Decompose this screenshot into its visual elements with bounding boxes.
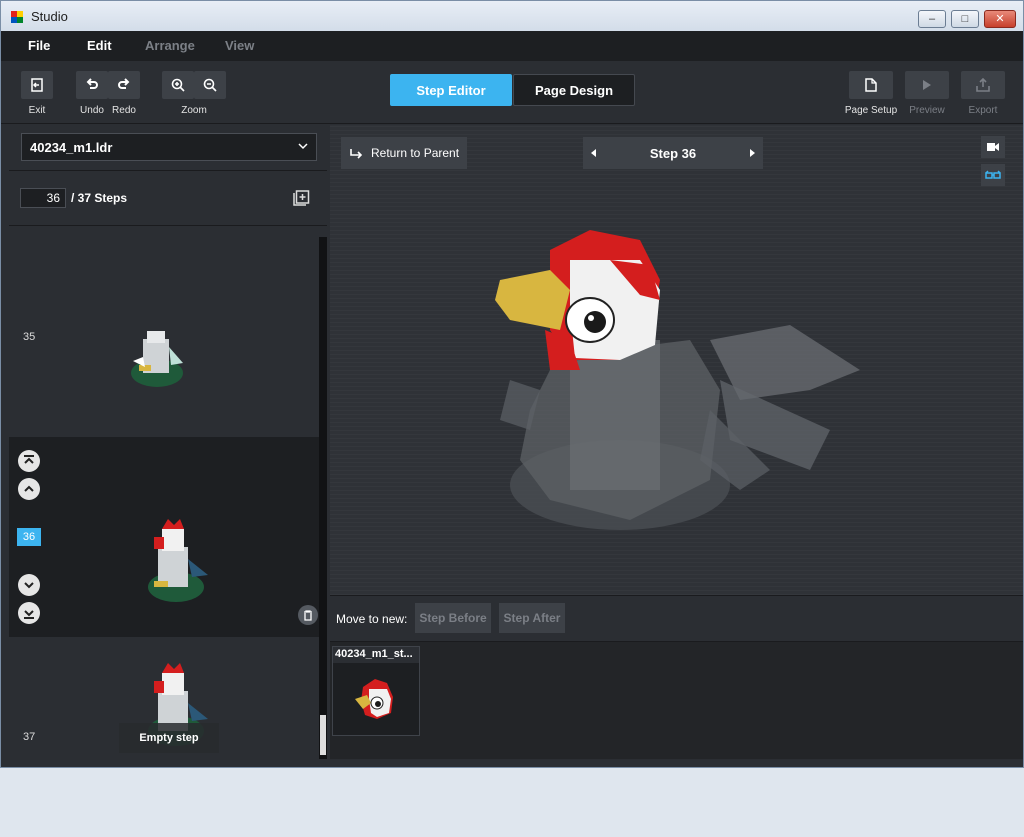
step-number: 35 [23, 331, 36, 343]
window-title: Studio [31, 9, 68, 24]
exit-button[interactable] [21, 71, 53, 99]
step-card-36[interactable]: 36 [9, 437, 319, 637]
return-icon [350, 149, 363, 159]
page-thumbnail-preview [333, 663, 419, 735]
page-thumbnail-title: 40234_m1_st... [335, 648, 413, 660]
step-before-button[interactable]: Step Before [415, 603, 491, 633]
previous-step-arrow-icon[interactable] [589, 148, 597, 158]
preview-label: Preview [909, 105, 945, 116]
page-setup-button[interactable] [849, 71, 893, 99]
title-bar: Studio – □ ✕ [1, 1, 1023, 31]
export-button[interactable] [961, 71, 1005, 99]
tab-page-design[interactable]: Page Design [513, 74, 635, 106]
step-panel: 40234_m1.ldr 36 / 37 Steps 35 36 37 Empt… [9, 125, 327, 759]
previous-step-button[interactable] [18, 478, 40, 500]
next-step-arrow-icon[interactable] [749, 148, 757, 158]
return-label: Return to Parent [371, 146, 460, 160]
first-step-button[interactable] [18, 450, 40, 472]
step-list: 35 36 37 Empty step [9, 237, 319, 759]
chevron-down-icon [298, 143, 308, 150]
chevron-up-icon [24, 485, 34, 492]
step-navigator: Step 36 [583, 137, 763, 169]
toolbar: Exit Undo Redo Zoom Step Editor Page Des… [1, 61, 1023, 124]
exit-icon [31, 78, 43, 92]
chevron-down-icon [24, 582, 34, 589]
menu-file[interactable]: File [28, 38, 50, 53]
export-label: Export [968, 105, 998, 116]
move-to-new-bar: Move to new: Step Before Step After [330, 595, 1023, 641]
studio-logo-icon [11, 11, 23, 23]
export-icon [976, 78, 990, 92]
model-file-dropdown[interactable]: 40234_m1.ldr [21, 133, 317, 161]
page-setup-label: Page Setup [844, 105, 898, 116]
undo-icon [86, 78, 98, 89]
menu-bar: File Edit Arrange View [1, 31, 1023, 61]
camera-button[interactable] [981, 136, 1005, 158]
menu-arrange[interactable]: Arrange [145, 38, 195, 53]
minimize-button[interactable]: – [918, 10, 946, 28]
page-thumbnail[interactable]: 40234_m1_st... [332, 646, 420, 736]
step-thumbnail [148, 519, 208, 602]
next-step-button[interactable] [18, 574, 40, 596]
divider [9, 225, 327, 226]
chevrons-up-icon [24, 455, 34, 464]
add-step-icon[interactable] [291, 188, 311, 208]
scrollbar-thumb[interactable] [320, 715, 326, 755]
model-file-name: 40234_m1.ldr [30, 140, 113, 155]
tab-step-editor[interactable]: Step Editor [390, 74, 512, 106]
undo-button[interactable] [76, 71, 108, 99]
zoom-in-icon [171, 78, 185, 92]
step-number-badge: 36 [17, 528, 41, 546]
play-icon [923, 80, 931, 90]
trash-icon [304, 609, 312, 621]
step-list-scrollbar[interactable] [319, 237, 327, 759]
undo-label: Undo [80, 105, 104, 116]
menu-edit[interactable]: Edit [87, 38, 112, 53]
divider [9, 170, 327, 171]
zoom-in-button[interactable] [162, 71, 194, 99]
current-step-title: Step 36 [649, 145, 697, 161]
redo-icon [118, 78, 130, 89]
zoom-label: Zoom [181, 105, 207, 116]
zoom-out-button[interactable] [194, 71, 226, 99]
current-step-input[interactable]: 36 [20, 188, 66, 208]
steps-total-label: / 37 Steps [71, 191, 128, 205]
delete-step-button[interactable] [298, 605, 318, 625]
model-viewport[interactable]: Return to Parent Step 36 [330, 125, 1023, 595]
page-icon [865, 78, 877, 92]
last-step-button[interactable] [18, 602, 40, 624]
menu-view[interactable]: View [225, 38, 254, 53]
view-3d-button[interactable] [981, 164, 1005, 186]
preview-button[interactable] [905, 71, 949, 99]
chevrons-down-icon [24, 610, 34, 619]
glasses-icon [985, 170, 1001, 179]
redo-button[interactable] [108, 71, 140, 99]
step-after-button[interactable]: Step After [499, 603, 565, 633]
zoom-out-icon [203, 78, 217, 92]
return-to-parent-button[interactable]: Return to Parent [341, 137, 467, 169]
studio-window: Studio – □ ✕ File Edit Arrange View Exit… [0, 0, 1024, 768]
maximize-button[interactable]: □ [951, 10, 979, 28]
move-to-new-label: Move to new: [336, 612, 408, 626]
empty-step-label: Empty step [119, 723, 219, 753]
camera-icon [987, 143, 999, 151]
step-card-35[interactable]: 35 [9, 237, 319, 437]
chicken-model-render [495, 230, 860, 530]
exit-label: Exit [28, 105, 46, 116]
page-strip: 40234_m1_st... [330, 641, 1023, 759]
close-button[interactable]: ✕ [984, 10, 1016, 28]
page-thumbnail-image [355, 679, 393, 719]
step-thumbnail [131, 331, 183, 387]
redo-label: Redo [112, 105, 136, 116]
editor-area: Return to Parent Step 36 Move to new: St… [330, 125, 1023, 759]
step-number: 37 [23, 731, 36, 743]
